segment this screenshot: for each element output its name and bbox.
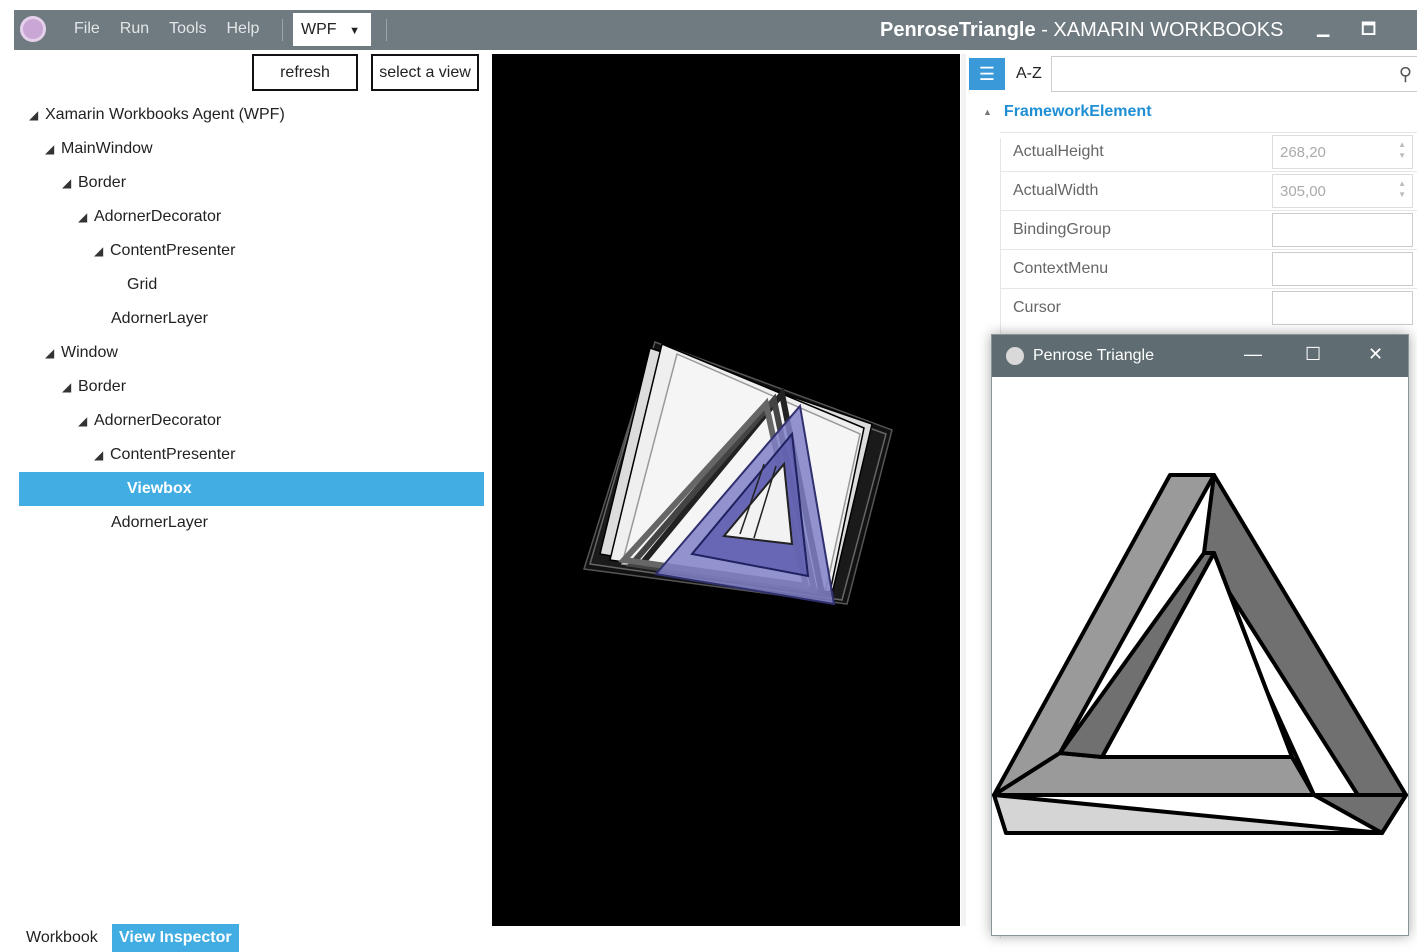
property-name: ActualHeight xyxy=(1013,143,1104,160)
tree-node-label: Border xyxy=(78,174,127,191)
property-row: ActualHeight 268,20 ▲ ▼ xyxy=(1000,132,1417,172)
expand-triangle-icon[interactable]: ◢ xyxy=(78,404,94,438)
tab-workbook[interactable]: Workbook xyxy=(19,924,105,952)
tree-node-label: MainWindow xyxy=(61,140,153,157)
close-icon[interactable]: ✕ xyxy=(1368,344,1383,365)
window-title: PenroseTriangle - XAMARIN WORKBOOKS xyxy=(880,19,1283,42)
app-icon xyxy=(1006,347,1024,365)
category-label: FrameworkElement xyxy=(1003,103,1152,120)
tree-node-label: Grid xyxy=(127,276,158,293)
property-value-field[interactable] xyxy=(1272,213,1413,247)
agent-select[interactable]: WPF ▼ xyxy=(293,13,371,46)
property-row: BindingGroup xyxy=(1000,210,1417,250)
menu-help[interactable]: Help xyxy=(227,20,260,38)
property-value-field[interactable] xyxy=(1272,291,1413,325)
popup-title: Penrose Triangle xyxy=(1033,347,1154,364)
title-bar: File Run Tools Help WPF ▼ PenroseTriangl… xyxy=(14,10,1417,50)
expand-triangle-icon[interactable]: ◢ xyxy=(94,438,110,472)
expand-triangle-icon[interactable]: ◢ xyxy=(45,132,61,166)
minimize-icon[interactable]: ▁ xyxy=(1317,18,1329,38)
tree-node[interactable]: ◢ AdornerDecorator xyxy=(19,200,543,234)
tree-node[interactable]: ◢ ContentPresenter xyxy=(19,234,559,268)
maximize-icon[interactable]: 🗖 xyxy=(1361,18,1376,45)
search-icon: ⚲ xyxy=(1398,64,1412,84)
property-value-field[interactable]: 305,00 ▲ ▼ xyxy=(1272,174,1413,208)
tree-node-label: AdornerLayer xyxy=(111,514,208,531)
app-name: - XAMARIN WORKBOOKS xyxy=(1041,19,1284,41)
property-name: Cursor xyxy=(1013,299,1062,316)
property-value: 268,20 xyxy=(1280,144,1326,161)
tree-node-label: ContentPresenter xyxy=(110,446,236,463)
menu-bar: File Run Tools Help xyxy=(74,20,259,38)
view-3d-preview[interactable] xyxy=(492,54,960,926)
property-search-input[interactable]: ⚲ xyxy=(1051,56,1417,92)
tree-node[interactable]: ◢ Xamarin Workbooks Agent (WPF) xyxy=(19,98,494,132)
chevron-down-icon: ▼ xyxy=(349,25,360,37)
penrose-triangle-window: Penrose Triangle — ☐ ✕ xyxy=(991,334,1409,936)
tree-node-label: ContentPresenter xyxy=(110,242,236,259)
tree-node[interactable]: ◢ MainWindow xyxy=(19,132,510,166)
property-name: BindingGroup xyxy=(1013,221,1111,238)
category-header[interactable]: ▲ FrameworkElement xyxy=(983,103,1152,121)
penrose-triangle-graphic xyxy=(992,473,1408,835)
tree-node-selected[interactable]: Viewbox xyxy=(19,472,484,506)
tree-node-label: Viewbox xyxy=(127,480,192,497)
toolbar-separator xyxy=(386,19,387,41)
tree-node-label: AdornerDecorator xyxy=(94,208,222,225)
spinner-icon[interactable]: ▲ ▼ xyxy=(1398,178,1406,200)
tree-node[interactable]: ◢ ContentPresenter xyxy=(19,438,559,472)
tree-node-label: AdornerLayer xyxy=(111,310,208,327)
tree-node[interactable]: ◢ AdornerDecorator xyxy=(19,404,543,438)
exploded-layers-graphic xyxy=(583,341,893,606)
collapse-triangle-icon[interactable]: ▲ xyxy=(983,107,992,117)
tree-node-label: AdornerDecorator xyxy=(94,412,222,429)
tab-view-inspector[interactable]: View Inspector xyxy=(112,924,239,952)
expand-triangle-icon[interactable]: ◢ xyxy=(45,336,61,370)
select-view-button[interactable]: select a view xyxy=(371,54,479,91)
document-name: PenroseTriangle xyxy=(880,19,1036,41)
sort-az-button[interactable]: A-Z xyxy=(1016,65,1042,83)
expand-triangle-icon[interactable]: ◢ xyxy=(29,98,45,132)
expand-triangle-icon[interactable]: ◢ xyxy=(78,200,94,234)
refresh-button[interactable]: refresh xyxy=(252,54,358,91)
expand-triangle-icon[interactable]: ◢ xyxy=(62,370,78,404)
menu-run[interactable]: Run xyxy=(120,20,149,38)
property-name: ActualWidth xyxy=(1013,182,1099,199)
property-row: ContextMenu xyxy=(1000,249,1417,289)
menu-tools[interactable]: Tools xyxy=(169,20,206,38)
property-row: Cursor xyxy=(1000,288,1417,328)
property-value-field[interactable] xyxy=(1272,252,1413,286)
expand-triangle-icon[interactable]: ◢ xyxy=(94,234,110,268)
menu-file[interactable]: File xyxy=(74,20,100,38)
property-row: ActualWidth 305,00 ▲ ▼ xyxy=(1000,171,1417,211)
toolbar-separator xyxy=(282,19,283,41)
spinner-icon[interactable]: ▲ ▼ xyxy=(1398,139,1406,161)
tree-node-label: Xamarin Workbooks Agent (WPF) xyxy=(45,106,285,123)
minimize-icon[interactable]: — xyxy=(1244,344,1262,365)
tree-node-label: Border xyxy=(78,378,127,395)
maximize-icon[interactable]: ☐ xyxy=(1305,344,1321,365)
tree-node[interactable]: ◢ Border xyxy=(19,370,527,404)
tree-node[interactable]: ◢ Window xyxy=(19,336,510,370)
agent-select-value: WPF xyxy=(301,21,337,38)
property-value: 305,00 xyxy=(1280,183,1326,200)
property-name: ContextMenu xyxy=(1013,260,1109,277)
tree-node[interactable]: ◢ Border xyxy=(19,166,527,200)
expand-triangle-icon[interactable]: ◢ xyxy=(62,166,78,200)
property-value-field[interactable]: 268,20 ▲ ▼ xyxy=(1272,135,1413,169)
tree-node-label: Window xyxy=(61,344,118,361)
splitter[interactable] xyxy=(961,54,966,926)
categorized-view-icon[interactable]: ☰ xyxy=(969,58,1005,90)
app-logo-icon xyxy=(20,16,46,42)
popup-title-bar: Penrose Triangle — ☐ ✕ xyxy=(992,335,1408,377)
